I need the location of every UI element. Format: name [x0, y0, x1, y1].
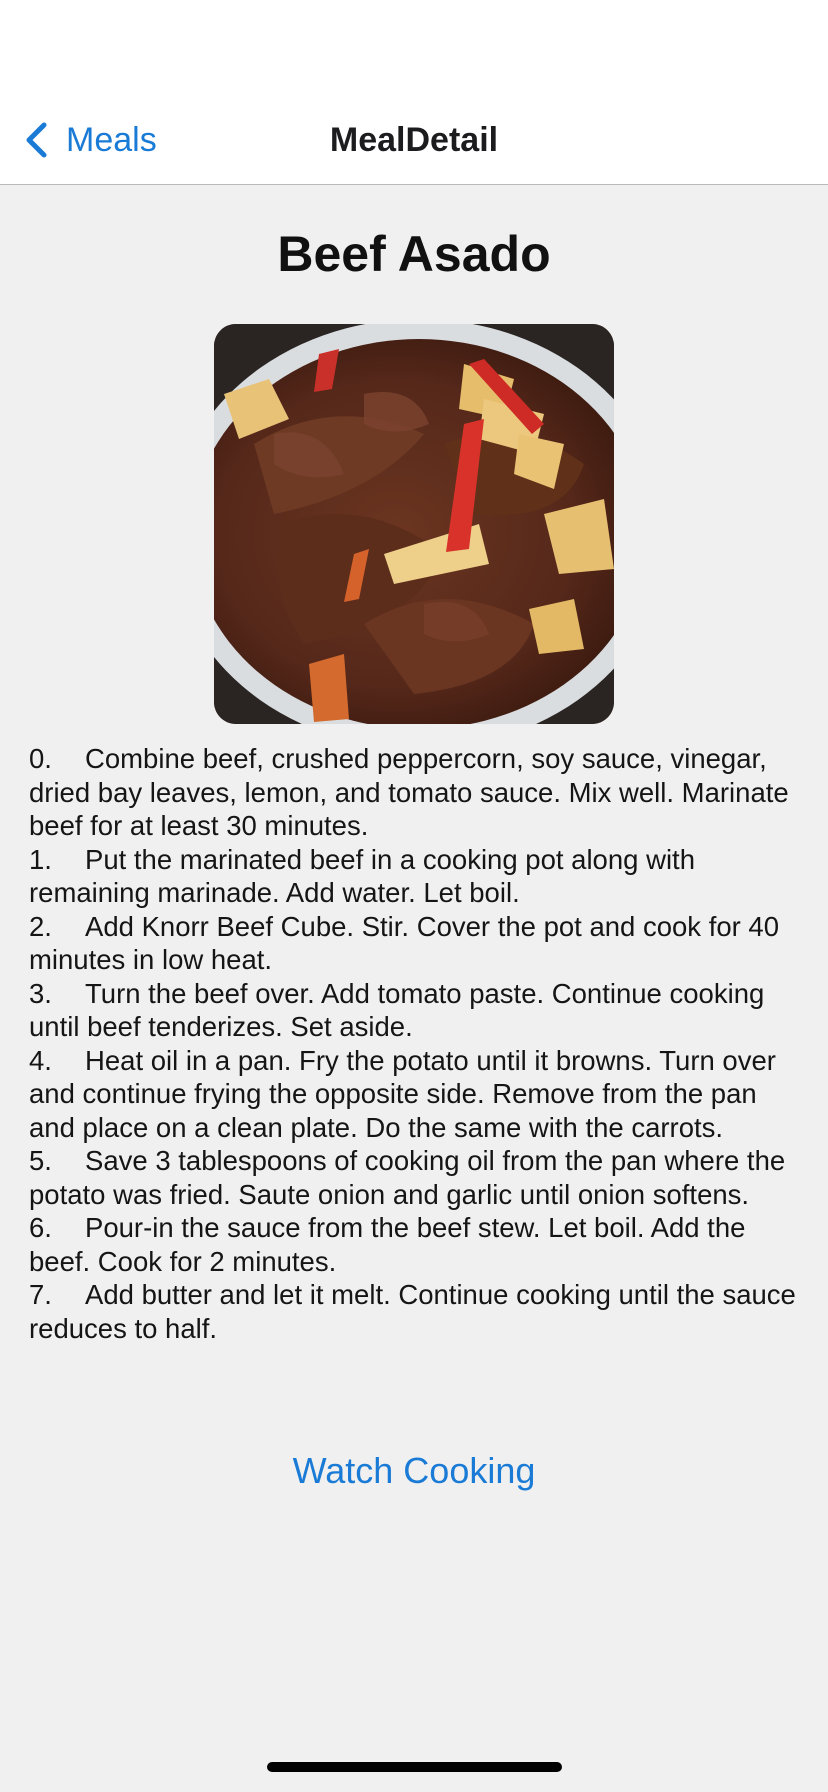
status-bar	[0, 0, 828, 96]
home-indicator	[267, 1762, 562, 1772]
step-number: 5.	[29, 1145, 52, 1176]
step-text: Put the marinated beef in a cooking pot …	[29, 843, 695, 909]
instruction-step: 4. Heat oil in a pan. Fry the potato unti…	[29, 1044, 799, 1145]
step-number: 6.	[29, 1212, 52, 1243]
step-number: 1.	[29, 843, 52, 875]
instruction-step: 2. Add Knorr Beef Cube. Stir. Cover the p…	[29, 910, 799, 977]
step-text: Add butter and let it melt. Continue coo…	[29, 1279, 796, 1344]
step-text: Combine beef, crushed peppercorn, soy sa…	[29, 743, 789, 841]
instruction-step: 0. Combine beef, crushed peppercorn, soy …	[29, 742, 799, 843]
nav-title: MealDetail	[329, 121, 499, 159]
step-number: 2.	[29, 910, 52, 942]
instructions-list: 0. Combine beef, crushed peppercorn, soy …	[29, 742, 799, 1345]
step-number: 3.	[29, 977, 52, 1009]
step-text: Save 3 tablespoons of cooking oil from t…	[29, 1145, 786, 1210]
step-text: Heat oil in a pan. Fry the potato until …	[29, 1044, 776, 1143]
meal-image	[214, 324, 614, 724]
meal-title: Beef Asado	[277, 226, 551, 282]
step-number: 0.	[29, 743, 52, 774]
instruction-step: 3. Turn the beef over. Add tomato paste. …	[29, 977, 799, 1044]
step-number: 7.	[29, 1279, 52, 1310]
step-text: Turn the beef over. Add tomato paste. Co…	[29, 977, 765, 1043]
step-text: Pour-in the sauce from the beef stew. Le…	[29, 1212, 746, 1277]
instruction-step: 5. Save 3 tablespoons of cooking oil from…	[29, 1144, 799, 1211]
instruction-step: 6. Pour-in the sauce from the beef stew. …	[29, 1211, 799, 1278]
instruction-step: 1. Put the marinated beef in a cooking po…	[29, 843, 799, 910]
step-number: 4.	[29, 1044, 52, 1076]
instruction-step: 7. Add butter and let it melt. Continue c…	[29, 1278, 799, 1345]
watch-cooking-button[interactable]: Watch Cooking	[0, 1448, 828, 1494]
navigation-bar: Meals MealDetail	[0, 96, 828, 185]
step-text: Add Knorr Beef Cube. Stir. Cover the pot…	[29, 910, 780, 976]
